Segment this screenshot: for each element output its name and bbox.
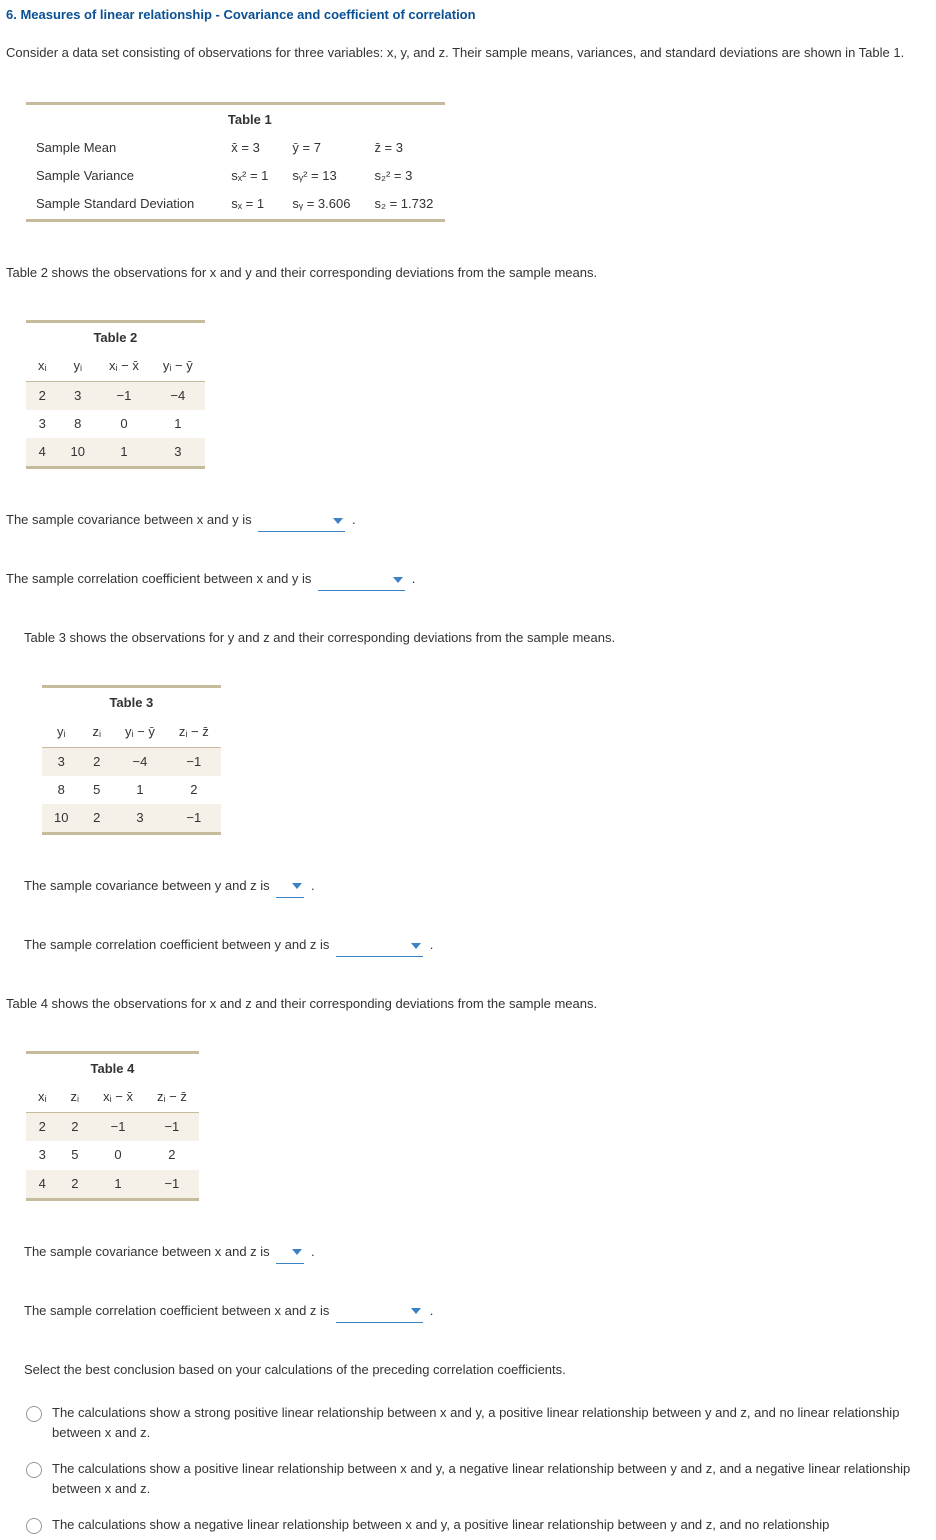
radio-icon [26,1518,42,1534]
mc-option-b[interactable]: The calculations show a positive linear … [26,1459,930,1499]
table3-title: Table 3 [42,687,221,718]
t2-h4: yᵢ − ȳ [151,352,205,382]
table4-title: Table 4 [26,1053,199,1084]
t1-sd-z: s₂ = 1.732 [362,190,445,220]
t1-var-x: sₓ² = 1 [219,162,280,190]
table-1: Table 1 Sample Mean x̄ = 3 ȳ = 7 z̄ = 3 … [26,102,445,221]
chevron-down-icon [333,516,343,526]
t1-sd-x: sₓ = 1 [219,190,280,220]
q-corr-xy: The sample correlation coefficient betwe… [6,568,930,591]
mc-text-b: The calculations show a positive linear … [52,1459,930,1499]
intro-text: Consider a data set consisting of observ… [6,42,930,64]
table-row: 8512 [42,776,221,804]
t1-var-y: sᵧ² = 13 [280,162,362,190]
t3-h1: yᵢ [42,718,80,748]
mc-text-c: The calculations show a negative linear … [52,1515,930,1535]
chevron-down-icon [411,941,421,951]
t1-mean-y: ȳ = 7 [280,134,362,162]
t4-h4: zᵢ − z̄ [145,1083,199,1113]
t1-mean-z: z̄ = 3 [362,134,445,162]
t4-h1: xᵢ [26,1083,59,1113]
dropdown-corr-yz[interactable] [336,934,423,957]
t3-h3: yᵢ − ȳ [113,718,167,748]
t3-h2: zᵢ [80,718,113,748]
dropdown-cov-xz[interactable] [276,1241,304,1264]
dropdown-corr-xy[interactable] [318,568,405,591]
t2-h1: xᵢ [26,352,59,382]
mc-option-a[interactable]: The calculations show a strong positive … [26,1403,930,1443]
table-4: Table 4 xᵢ zᵢ xᵢ − x̄ zᵢ − z̄ 22−1−1 350… [26,1051,199,1200]
table1-title: Table 1 [219,104,280,135]
t1-var-z: s₂² = 3 [362,162,445,190]
t1-sd-y: sᵧ = 3.606 [280,190,362,220]
conclusion-prompt: Select the best conclusion based on your… [24,1359,930,1381]
table-row: 23−1−4 [26,381,205,410]
table-row: 3801 [26,410,205,438]
chevron-down-icon [292,881,302,891]
para-table2: Table 2 shows the observations for x and… [6,262,930,284]
table-row: 1023−1 [42,804,221,834]
t1-mean-lbl: Sample Mean [26,134,219,162]
q-corr-yz: The sample correlation coefficient betwe… [24,934,930,957]
radio-icon [26,1462,42,1478]
t1-var-lbl: Sample Variance [26,162,219,190]
table2-title: Table 2 [26,321,205,352]
t2-h3: xᵢ − x̄ [97,352,151,382]
table-row: 3502 [26,1141,199,1169]
mc-option-c[interactable]: The calculations show a negative linear … [26,1515,930,1535]
q-cov-xy: The sample covariance between x and y is… [6,509,930,532]
table-2: Table 2 xᵢ yᵢ xᵢ − x̄ yᵢ − ȳ 23−1−4 3801… [26,320,205,469]
table-row: 41013 [26,438,205,468]
dropdown-corr-xz[interactable] [336,1300,423,1323]
t4-h3: xᵢ − x̄ [91,1083,145,1113]
chevron-down-icon [292,1247,302,1257]
chevron-down-icon [411,1306,421,1316]
table-row: 421−1 [26,1170,199,1200]
t1-mean-x: x̄ = 3 [219,134,280,162]
t4-h2: zᵢ [59,1083,92,1113]
table-row: 22−1−1 [26,1113,199,1142]
para-table3: Table 3 shows the observations for y and… [24,627,930,649]
radio-icon [26,1406,42,1422]
t1-sd-lbl: Sample Standard Deviation [26,190,219,220]
q-corr-xz: The sample correlation coefficient betwe… [24,1300,930,1323]
table-row: 32−4−1 [42,747,221,776]
table-3: Table 3 yᵢ zᵢ yᵢ − ȳ zᵢ − z̄ 32−4−1 8512… [42,685,221,834]
t3-h4: zᵢ − z̄ [167,718,221,748]
q-cov-xz: The sample covariance between x and z is… [24,1241,930,1264]
dropdown-cov-yz[interactable] [276,875,304,898]
dropdown-cov-xy[interactable] [258,509,345,532]
chevron-down-icon [393,575,403,585]
t2-h2: yᵢ [59,352,97,382]
question-title: 6. Measures of linear relationship - Cov… [6,4,930,26]
mc-text-a: The calculations show a strong positive … [52,1403,930,1443]
q-cov-yz: The sample covariance between y and z is… [24,875,930,898]
para-table4: Table 4 shows the observations for x and… [6,993,930,1015]
